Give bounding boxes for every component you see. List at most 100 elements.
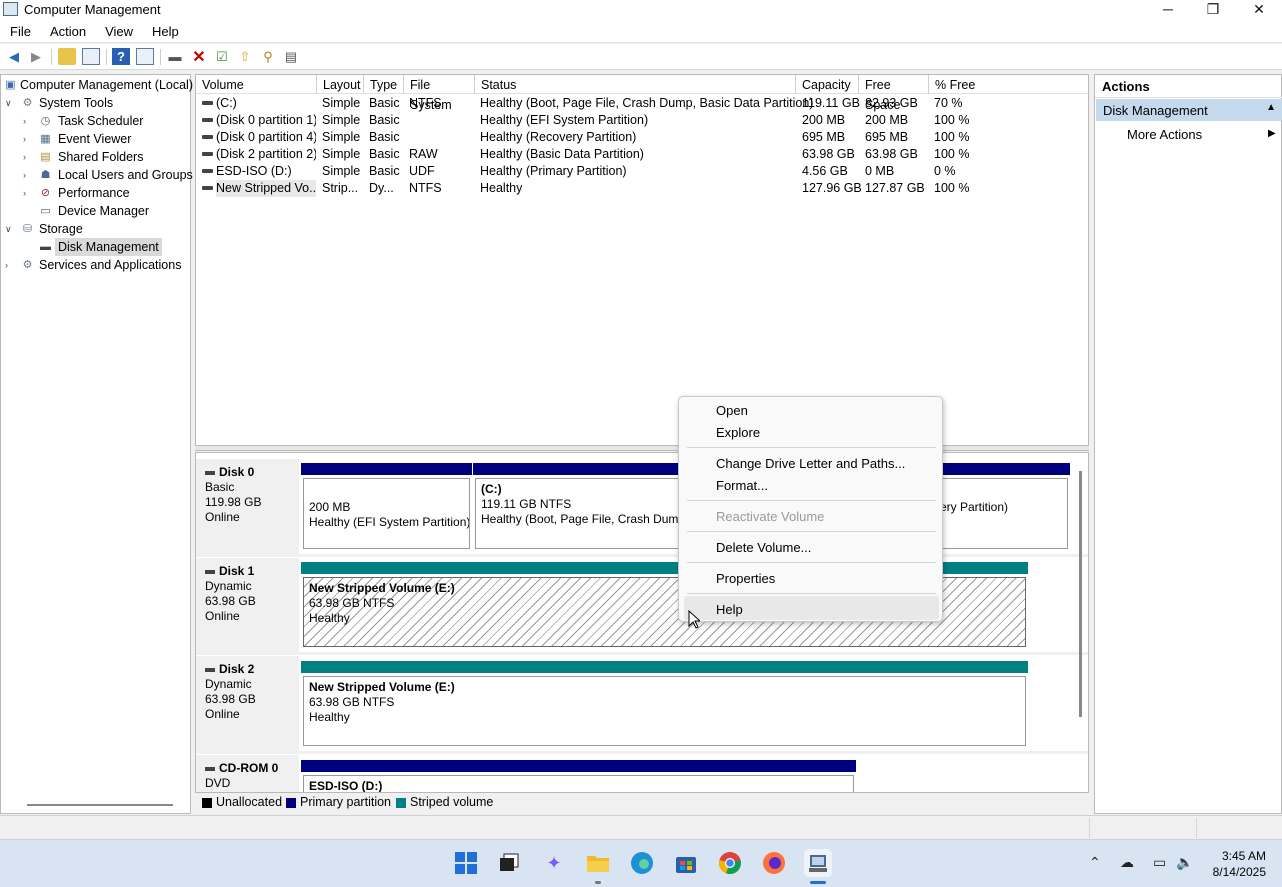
show-hide-action-pane-icon[interactable]: [136, 48, 154, 65]
context-explore[interactable]: Explore: [716, 425, 760, 440]
taskbar: ✦ ⌃ ☁ ▭ 🔈 3:45 AM 8/14/2025: [0, 839, 1282, 887]
cell-percent-free: 100 %: [934, 181, 970, 195]
chevron-down-icon[interactable]: ∨: [5, 220, 15, 238]
show-hide-tree-icon[interactable]: [82, 48, 100, 65]
column-status[interactable]: Status: [475, 75, 796, 94]
file-explorer-icon[interactable]: [584, 849, 612, 877]
disk-1-label[interactable]: Disk 1 Dynamic 63.98 GB Online: [196, 558, 299, 653]
connect-drive-icon[interactable]: ▬: [166, 48, 184, 65]
delete-icon[interactable]: ✕: [190, 48, 208, 66]
chevron-right-icon[interactable]: ›: [23, 166, 33, 184]
menu-help[interactable]: Help: [142, 20, 188, 39]
more-actions[interactable]: More Actions: [1127, 127, 1202, 142]
task-view-icon[interactable]: [496, 849, 524, 877]
volume-row[interactable]: (Disk 2 partition 2) Simple Basic RAW Health…: [196, 146, 1088, 163]
cdrom-0-volume[interactable]: ESD-ISO (D:): [301, 760, 856, 792]
collapse-icon[interactable]: ▲: [1266, 102, 1276, 113]
legend: Unallocated Primary partition Striped vo…: [195, 793, 1089, 813]
context-open[interactable]: Open: [716, 403, 748, 418]
close-button[interactable]: ✕: [1236, 0, 1282, 20]
disk-0-efi-partition[interactable]: 200 MB Healthy (EFI System Partition): [301, 463, 472, 551]
disk-0-recovery-partition[interactable]: ery Partition): [939, 463, 1070, 551]
volume-row[interactable]: (Disk 0 partition 4) Simple Basic Healthy (…: [196, 129, 1088, 146]
column-type[interactable]: Type: [364, 75, 404, 94]
start-icon[interactable]: [452, 849, 480, 877]
context-help[interactable]: Help: [716, 602, 743, 617]
store-icon[interactable]: [672, 849, 700, 877]
computer-management-taskbar-icon[interactable]: [804, 849, 832, 877]
context-format[interactable]: Format...: [716, 478, 768, 493]
chevron-right-icon[interactable]: ›: [23, 112, 33, 130]
cell-capacity: 127.96 GB: [802, 181, 862, 195]
mouse-cursor-icon: [688, 610, 700, 629]
up-folder-icon[interactable]: [58, 48, 76, 65]
running-indicator: [595, 881, 601, 884]
column-free-space[interactable]: Free Space: [859, 75, 929, 112]
column-layout[interactable]: Layout: [317, 75, 364, 94]
volume-row[interactable]: ESD-ISO (D:) Simple Basic UDF Healthy (Prima…: [196, 163, 1088, 180]
tree-horizontal-scrollbar[interactable]: [27, 804, 173, 806]
maximize-button[interactable]: ❐: [1190, 0, 1236, 20]
users-icon: ☗: [40, 169, 51, 181]
folder-up-icon[interactable]: ⇧: [236, 48, 254, 65]
disk-view-scrollbar[interactable]: [1079, 471, 1082, 717]
volume-row[interactable]: (Disk 0 partition 1) Simple Basic Healthy (…: [196, 112, 1088, 129]
cell-free-space: 200 MB: [865, 113, 909, 127]
cell-status: Healthy (Primary Partition): [480, 164, 627, 178]
volume-row[interactable]: (C:) Simple Basic NTFS Healthy (Boot, Page F…: [196, 95, 1088, 112]
context-properties[interactable]: Properties: [716, 571, 775, 586]
pane-splitter[interactable]: [195, 445, 1089, 451]
chevron-down-icon[interactable]: ∨: [5, 94, 15, 112]
minimize-button[interactable]: ─: [1145, 0, 1191, 20]
cell-volume: (C:): [216, 96, 237, 110]
column-percent-free[interactable]: % Free: [929, 75, 1088, 94]
properties-icon[interactable]: ▤: [282, 48, 300, 65]
cdrom-icon: [202, 169, 213, 173]
menu-action[interactable]: Action: [40, 20, 95, 39]
cell-volume: New Stripped Vo...: [216, 180, 316, 197]
clock[interactable]: 3:45 AM 8/14/2025: [1196, 848, 1266, 880]
cdrom-0-label[interactable]: CD-ROM 0 DVD: [196, 755, 299, 792]
onedrive-icon[interactable]: ☁: [1120, 854, 1134, 871]
firefox-icon[interactable]: [760, 849, 788, 877]
cell-type: Dy...: [369, 181, 394, 195]
help-icon[interactable]: ?: [112, 48, 130, 65]
menu-file[interactable]: File: [0, 20, 40, 39]
volume-row[interactable]: New Stripped Vo... Strip... Dy... NTFS Healt…: [196, 180, 1088, 197]
network-icon[interactable]: ▭: [1153, 854, 1166, 871]
search-folder-icon[interactable]: ⚲: [259, 48, 277, 65]
chevron-right-icon[interactable]: ›: [23, 184, 33, 202]
actions-section-disk-management[interactable]: Disk Management ▲: [1096, 99, 1282, 121]
context-delete-volume[interactable]: Delete Volume...: [716, 540, 811, 555]
chevron-up-icon[interactable]: ⌃: [1089, 854, 1101, 871]
context-change-drive-letter[interactable]: Change Drive Letter and Paths...: [716, 456, 905, 471]
cell-capacity: 695 MB: [802, 130, 846, 144]
status-bar: [0, 815, 1282, 839]
cell-volume: ESD-ISO (D:): [216, 164, 292, 178]
cell-status: Healthy (Boot, Page File, Crash Dump, Ba…: [480, 96, 814, 110]
chrome-icon[interactable]: [716, 849, 744, 877]
chevron-right-icon[interactable]: ›: [23, 130, 33, 148]
volume-icon[interactable]: 🔈: [1176, 854, 1193, 871]
copilot-icon[interactable]: ✦: [540, 849, 568, 877]
column-file-system[interactable]: File System: [404, 75, 475, 112]
forward-icon[interactable]: ▶: [27, 48, 45, 65]
back-icon[interactable]: ◀: [5, 48, 23, 65]
disk-2-label[interactable]: Disk 2 Dynamic 63.98 GB Online: [196, 656, 299, 751]
column-volume[interactable]: Volume: [196, 75, 317, 94]
disk-icon: ▬: [40, 241, 51, 253]
chevron-right-icon[interactable]: ›: [5, 256, 15, 274]
menu-view[interactable]: View: [95, 20, 142, 39]
cell-file-system: RAW: [409, 147, 438, 161]
disk-2-striped-volume[interactable]: New Stripped Volume (E:) 63.98 GB NTFS H…: [301, 661, 1028, 748]
context-menu: Open Explore Change Drive Letter and Pat…: [678, 396, 943, 622]
cell-percent-free: 100 %: [934, 147, 970, 161]
computer-icon: ▣: [5, 79, 16, 91]
cell-type: Basic: [369, 147, 400, 161]
disk-0-label[interactable]: Disk 0 Basic 119.98 GB Online: [196, 459, 299, 555]
check-icon[interactable]: ☑: [213, 48, 231, 65]
chevron-right-icon[interactable]: ›: [23, 148, 33, 166]
column-capacity[interactable]: Capacity: [796, 75, 859, 94]
edge-icon[interactable]: [628, 849, 656, 877]
volume-list: Volume Layout Type File System Status Ca…: [195, 74, 1089, 449]
